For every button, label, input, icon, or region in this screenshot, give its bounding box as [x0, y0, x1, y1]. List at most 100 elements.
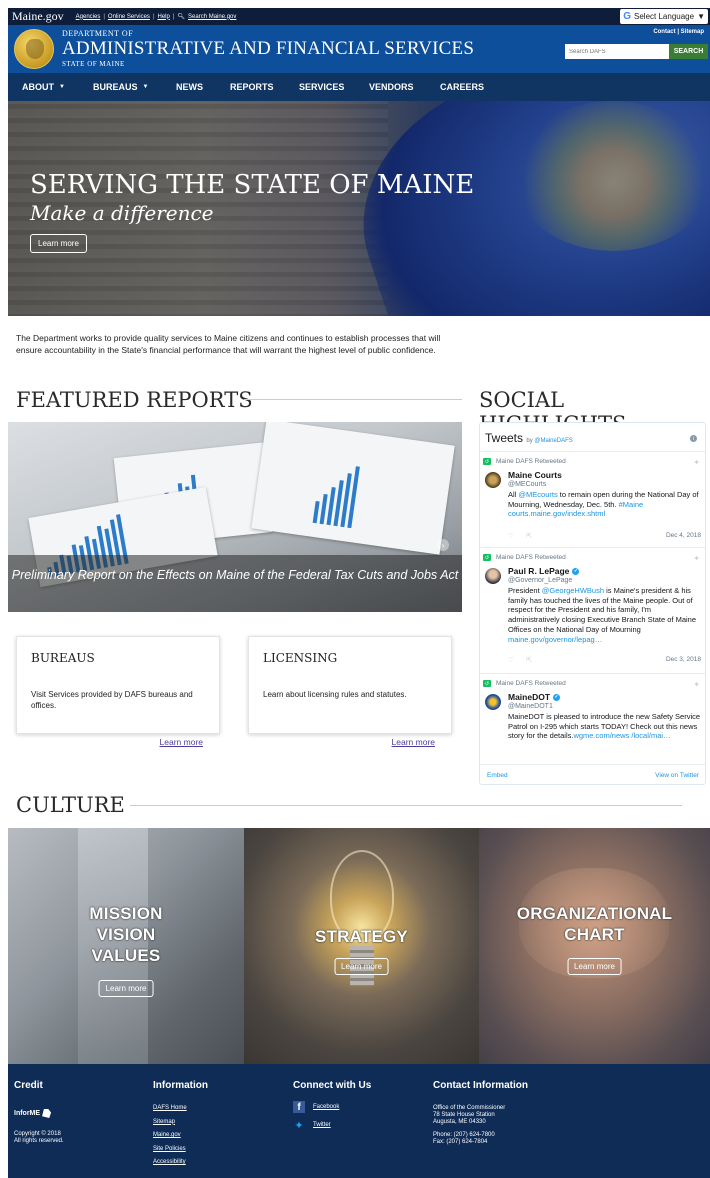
share-icon[interactable]: ⇱ — [526, 656, 532, 664]
nav-vendors[interactable]: VENDORS — [369, 82, 414, 92]
widget-footer: Embed View on Twitter — [480, 764, 705, 784]
retweet-label: ↺ Maine DAFS Retweeted — [483, 554, 566, 561]
maine-gov-logo[interactable]: Maine.gov — [8, 9, 68, 24]
maine-gov-link[interactable]: Maine.gov — [153, 1132, 208, 1138]
nav-services[interactable]: SERVICES — [299, 82, 344, 92]
search-maine-link[interactable]: Search Maine.gov — [188, 14, 236, 20]
tweet-item[interactable]: ↺ Maine DAFS Retweeted ✦ MaineDOT ✓ @Maine… — [480, 673, 705, 765]
mention-link[interactable]: @MEcourts — [518, 490, 557, 499]
copyright: Copyright © 2018 — [14, 1131, 61, 1137]
hero-learn-more-button[interactable]: Learn more — [30, 234, 87, 253]
facebook-icon[interactable]: f — [293, 1101, 305, 1113]
tweet-link[interactable]: wgme.com/news /local/mai… — [573, 731, 670, 740]
state-seal-icon[interactable] — [14, 29, 54, 69]
heart-icon[interactable]: ♡ — [508, 532, 514, 540]
twitter-bird-icon[interactable]: ✦ — [693, 458, 700, 467]
facebook-link[interactable]: Facebook — [313, 1104, 339, 1110]
nav-reports[interactable]: REPORTS — [230, 82, 274, 92]
footer-heading: Credit — [14, 1080, 43, 1091]
facebook-row[interactable]: f Facebook — [293, 1101, 371, 1113]
view-on-twitter-link[interactable]: View on Twitter — [655, 772, 699, 779]
culture-title: CULTURE — [16, 793, 125, 817]
twitter-icon[interactable]: ✦ — [293, 1119, 305, 1132]
tweet-item[interactable]: ↺ Maine DAFS Retweeted ✦ Paul R. LePage ✓ … — [480, 547, 705, 671]
search-icon: 🔍︎ — [177, 14, 186, 20]
dept-prefix: DEPARTMENT OF — [62, 29, 134, 38]
agencies-link[interactable]: Agencies — [76, 14, 101, 20]
avatar[interactable] — [485, 568, 501, 584]
caret-down-icon: ▼ — [59, 84, 65, 90]
info-icon[interactable]: i — [690, 435, 697, 442]
contact-fax: Fax: (207) 624-7804 — [433, 1139, 488, 1145]
tile-label: MISSION VISION VALUES — [89, 904, 163, 965]
accessibility-link[interactable]: Accessibility — [153, 1159, 208, 1165]
nav-careers[interactable]: CAREERS — [440, 82, 484, 92]
dept-title[interactable]: ADMINISTRATIVE AND FINANCIAL SERVICES — [62, 38, 474, 60]
nav-news[interactable]: NEWS — [176, 82, 203, 92]
widget-handle-link[interactable]: @MaineDAFS — [534, 438, 572, 444]
featured-report-slide[interactable]: Preliminary Report on the Effects on Mai… — [8, 422, 462, 612]
mission-vision-values-tile[interactable]: MISSION VISION VALUES Learn more — [8, 828, 244, 1064]
tweet-author[interactable]: MaineDOT ✓ — [508, 692, 561, 702]
share-icon[interactable]: ⇱ — [526, 532, 532, 540]
tweet-item[interactable]: ↺ Maine DAFS Retweeted ✦ Maine Courts @ME… — [480, 451, 705, 545]
retweet-icon: ↺ — [483, 458, 491, 465]
tweet-actions: ♡ ⇱ — [508, 532, 532, 540]
search-button[interactable]: SEARCH — [669, 44, 708, 59]
tweet-text: All @MEcourts to remain open during the … — [508, 490, 699, 519]
contact-sitemap-links[interactable]: Contact | Sitemap — [653, 29, 704, 35]
tweet-text: MaineDOT is pleased to introduce the new… — [508, 712, 701, 741]
twitter-bird-icon[interactable]: ✦ — [693, 680, 700, 689]
strategy-tile[interactable]: STRATEGY Learn more — [244, 828, 479, 1064]
retweet-icon: ↺ — [483, 680, 491, 687]
retweet-label: ↺ Maine DAFS Retweeted — [483, 680, 566, 687]
contact-office: Office of the Commissioner — [433, 1105, 506, 1111]
report-paper-stack-image — [251, 422, 455, 555]
bureaus-learn-more-link[interactable]: Learn more — [160, 737, 203, 747]
twitter-bird-icon[interactable]: ✦ — [693, 554, 700, 563]
avatar[interactable] — [485, 472, 501, 488]
rights: All rights reserved. — [14, 1138, 64, 1144]
nav-about[interactable]: ABOUT ▼ — [22, 82, 65, 92]
tile-learn-more-button[interactable]: Learn more — [98, 980, 154, 997]
widget-header: Tweets by @MaineDAFS — [485, 431, 573, 445]
online-services-link[interactable]: Online Services — [108, 14, 150, 20]
tweet-link[interactable]: maine.gov/governor/lepag… — [508, 635, 602, 644]
tweet-handle[interactable]: @MECourts — [508, 481, 546, 488]
dafs-home-link[interactable]: DAFS Home — [153, 1105, 208, 1111]
help-link[interactable]: Help — [158, 14, 170, 20]
avatar[interactable] — [485, 694, 501, 710]
twitter-link[interactable]: Twitter — [313, 1122, 331, 1128]
embed-link[interactable]: Embed — [487, 772, 508, 779]
intro-text: The Department works to provide quality … — [16, 333, 441, 355]
featured-report-caption[interactable]: Preliminary Report on the Effects on Mai… — [8, 555, 462, 612]
tweet-date[interactable]: Dec 4, 2018 — [666, 532, 701, 539]
site-footer: Credit InforME Copyright © 2018 All righ… — [8, 1064, 710, 1178]
licensing-learn-more-link[interactable]: Learn more — [392, 737, 435, 747]
slide-next-icon[interactable]: › — [437, 539, 449, 551]
language-select[interactable]: G Select Language ▼ — [620, 9, 708, 24]
tile-learn-more-button[interactable]: Learn more — [334, 958, 389, 975]
tweet-author[interactable]: Maine Courts — [508, 470, 562, 480]
hero-banner: SERVING THE STATE OF MAINE Make a differ… — [8, 101, 710, 316]
tile-learn-more-button[interactable]: Learn more — [567, 958, 622, 975]
twitter-row[interactable]: ✦ Twitter — [293, 1119, 371, 1132]
mention-link[interactable]: @GeorgeHWBush — [542, 586, 604, 595]
tweet-handle[interactable]: @Governor_LePage — [508, 577, 572, 584]
card-body: Visit Services provided by DAFS bureaus … — [31, 690, 193, 710]
heart-icon[interactable]: ♡ — [508, 656, 514, 664]
tweet-handle[interactable]: @MaineDOT1 — [508, 703, 553, 710]
tweet-author[interactable]: Paul R. LePage ✓ — [508, 566, 580, 576]
informe-logo[interactable]: InforME — [14, 1109, 64, 1118]
organizational-chart-tile[interactable]: ORGANIZATIONAL CHART Learn more — [479, 828, 710, 1064]
information-column: Information DAFS Home Sitemap Maine.gov … — [153, 1080, 208, 1173]
sitemap-link[interactable]: Sitemap — [153, 1119, 208, 1125]
tweet-date[interactable]: Dec 3, 2018 — [666, 656, 701, 663]
section-divider — [244, 399, 462, 400]
search-input[interactable] — [565, 44, 669, 59]
verified-icon: ✓ — [553, 693, 561, 701]
nav-bureaus[interactable]: BUREAUS ▼ — [93, 82, 148, 92]
site-policies-link[interactable]: Site Policies — [153, 1146, 208, 1152]
card-title: BUREAUS — [31, 651, 95, 665]
featured-reports-title: FEATURED REPORTS — [16, 388, 253, 412]
